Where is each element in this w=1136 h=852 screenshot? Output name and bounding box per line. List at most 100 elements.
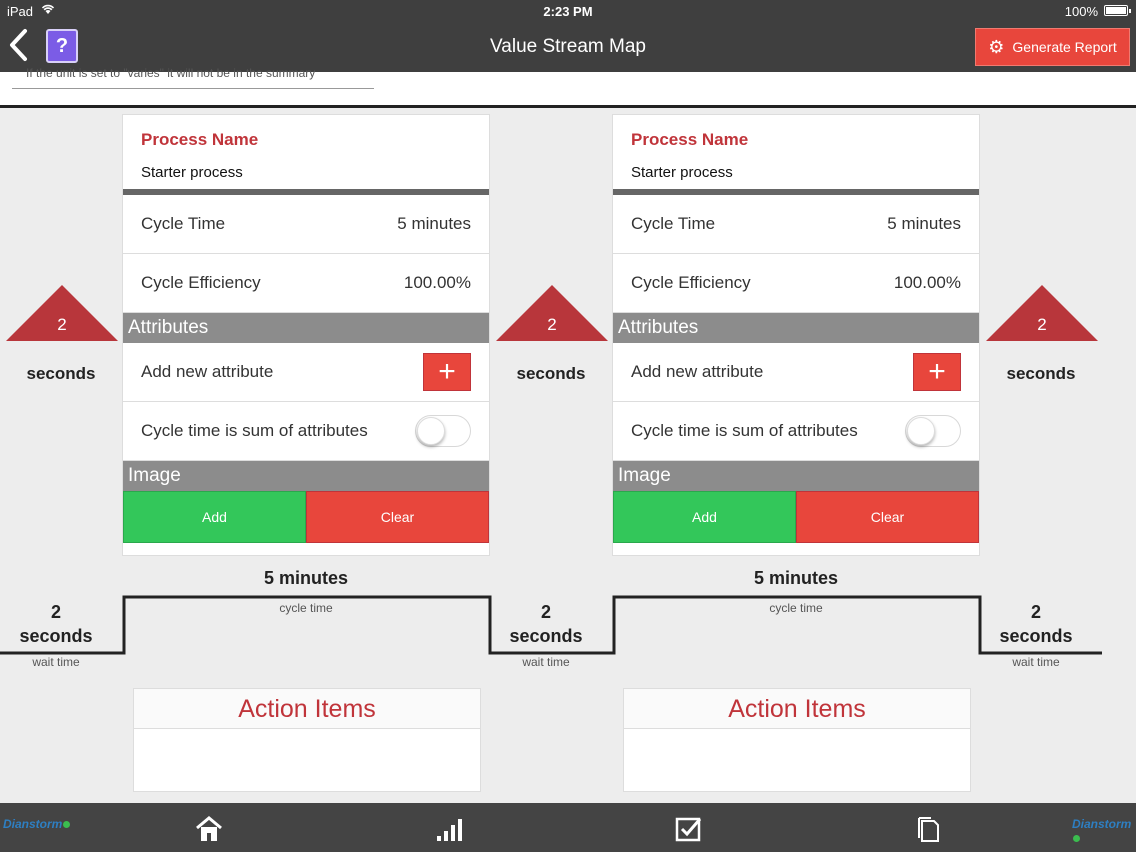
inventory-unit: seconds <box>26 364 96 383</box>
wait-time-2: 2 seconds <box>980 600 1092 648</box>
battery-icon <box>1104 5 1131 16</box>
summary-strip: If the unit is set to "varies" it will n… <box>0 66 1136 108</box>
image-header: Image <box>123 461 489 491</box>
cycle-time-caption: cycle time <box>279 601 333 615</box>
gear-icon: ⚙ <box>988 37 1005 57</box>
cycle-time-row[interactable]: Cycle Time 5 minutes <box>613 195 979 254</box>
add-attribute-button[interactable]: + <box>423 353 471 391</box>
logo-dot <box>1073 835 1080 842</box>
cycle-time-label: Cycle Time <box>631 214 716 233</box>
image-buttons: Add Clear <box>613 491 979 543</box>
add-image-button[interactable]: Add <box>613 491 796 543</box>
inventory-value: 2 <box>57 315 67 334</box>
cycle-efficiency-label: Cycle Efficiency <box>631 273 751 292</box>
brand-logo-text: Dianstorm <box>3 817 63 831</box>
attributes-header: Attributes <box>613 313 979 343</box>
process-name-section[interactable]: Process Name Starter process <box>613 115 979 195</box>
process-card-0: Process Name Starter process Cycle Time … <box>122 114 490 556</box>
wait-time-value: 2 <box>1030 602 1041 622</box>
tab-home[interactable] <box>194 815 224 843</box>
document-icon <box>918 817 939 842</box>
logo-dot <box>63 821 71 828</box>
top-navigation-bar: iPad 2:23 PM 100% ? Value Stream Map ⚙ G… <box>0 0 1136 72</box>
sum-attributes-label: Cycle time is sum of attributes <box>631 421 858 440</box>
brand-logo: Dianstorm <box>3 817 71 831</box>
brand-logo-text: Dianstorm <box>1072 817 1132 831</box>
action-items-title: Action Items <box>134 689 480 729</box>
cycle-time-total: 5 minutes <box>753 568 839 588</box>
cycle-efficiency-row: Cycle Efficiency 100.00% <box>613 254 979 313</box>
process-card-1: Process Name Starter process Cycle Time … <box>612 114 980 556</box>
card-footer <box>123 543 489 555</box>
wait-time-0: 2 seconds <box>0 600 112 648</box>
battery-percent: 100% <box>1064 4 1098 19</box>
wait-time-caption: wait time <box>1012 655 1060 669</box>
attributes-header: Attributes <box>123 313 489 343</box>
wait-time-unit: seconds <box>999 626 1073 646</box>
add-attribute-label: Add new attribute <box>141 362 274 381</box>
tab-documents[interactable] <box>914 815 944 843</box>
timeline: 5 minutes cycle time 5 minutes cycle tim… <box>0 560 1136 680</box>
sum-attributes-row: Cycle time is sum of attributes <box>123 402 489 461</box>
sum-attributes-row: Cycle time is sum of attributes <box>613 402 979 461</box>
cycle-time-total: 5 minutes <box>263 568 349 588</box>
cycle-efficiency-label: Cycle Efficiency <box>141 273 261 292</box>
wait-time-1: 2 seconds <box>490 600 602 648</box>
action-items-title: Action Items <box>624 689 970 729</box>
inventory-unit: seconds <box>516 364 586 383</box>
brand-logo: Dianstorm <box>1072 817 1136 845</box>
divider <box>12 88 374 89</box>
toggle-knob <box>417 417 445 445</box>
wait-time-unit: seconds <box>19 626 93 646</box>
image-buttons: Add Clear <box>123 491 489 543</box>
bar-chart-icon <box>437 819 462 841</box>
bottom-tab-bar: Dianstorm Dianstorm <box>0 803 1136 852</box>
status-bar: iPad 2:23 PM 100% <box>0 0 1136 22</box>
inventory-unit: seconds <box>1006 364 1076 383</box>
inventory-triangle-1[interactable]: 2 <box>496 285 608 341</box>
inventory-triangle-2[interactable]: 2 <box>986 285 1098 341</box>
action-items-panel-1[interactable]: Action Items <box>623 688 971 792</box>
generate-report-button[interactable]: ⚙ Generate Report <box>975 28 1130 66</box>
wait-time-value: 2 <box>540 602 551 622</box>
action-items-panel-0[interactable]: Action Items <box>133 688 481 792</box>
process-name-value: Starter process <box>141 164 243 181</box>
sum-attributes-toggle[interactable] <box>415 415 471 447</box>
sum-attributes-toggle[interactable] <box>905 415 961 447</box>
toggle-knob <box>907 417 935 445</box>
clock: 2:23 PM <box>543 4 593 19</box>
home-icon <box>196 816 222 841</box>
wait-time-unit: seconds <box>509 626 583 646</box>
tab-tasks[interactable] <box>674 815 704 843</box>
cycle-time-value: 5 minutes <box>887 214 961 233</box>
card-footer <box>613 543 979 555</box>
inventory-value: 2 <box>1037 315 1047 334</box>
cycle-efficiency-row: Cycle Efficiency 100.00% <box>123 254 489 313</box>
cycle-time-caption: cycle time <box>769 601 823 615</box>
process-name-section[interactable]: Process Name Starter process <box>123 115 489 195</box>
add-attribute-row: Add new attribute + <box>123 343 489 402</box>
plus-icon: + <box>438 355 456 388</box>
add-attribute-label: Add new attribute <box>631 362 764 381</box>
add-image-button[interactable]: Add <box>123 491 306 543</box>
cycle-time-label: Cycle Time <box>141 214 226 233</box>
summary-hint: If the unit is set to "varies" it will n… <box>26 66 316 80</box>
add-attribute-button[interactable]: + <box>913 353 961 391</box>
clear-image-button[interactable]: Clear <box>796 491 979 543</box>
inventory-triangle-0[interactable]: 2 <box>6 285 118 341</box>
cycle-efficiency-value: 100.00% <box>403 273 471 292</box>
wait-time-value: 2 <box>50 602 61 622</box>
checkbox-icon <box>675 817 702 842</box>
sum-attributes-label: Cycle time is sum of attributes <box>141 421 368 440</box>
tab-analytics[interactable] <box>434 815 464 843</box>
process-name-label: Process Name <box>631 130 749 149</box>
plus-icon: + <box>928 355 946 388</box>
page-title: Value Stream Map <box>490 36 646 57</box>
add-attribute-row: Add new attribute + <box>613 343 979 402</box>
cycle-time-row[interactable]: Cycle Time 5 minutes <box>123 195 489 254</box>
cycle-efficiency-value: 100.00% <box>893 273 961 292</box>
clear-image-button[interactable]: Clear <box>306 491 489 543</box>
generate-report-label: Generate Report <box>1012 39 1117 55</box>
wait-time-caption: wait time <box>522 655 570 669</box>
process-name-value: Starter process <box>631 164 733 181</box>
